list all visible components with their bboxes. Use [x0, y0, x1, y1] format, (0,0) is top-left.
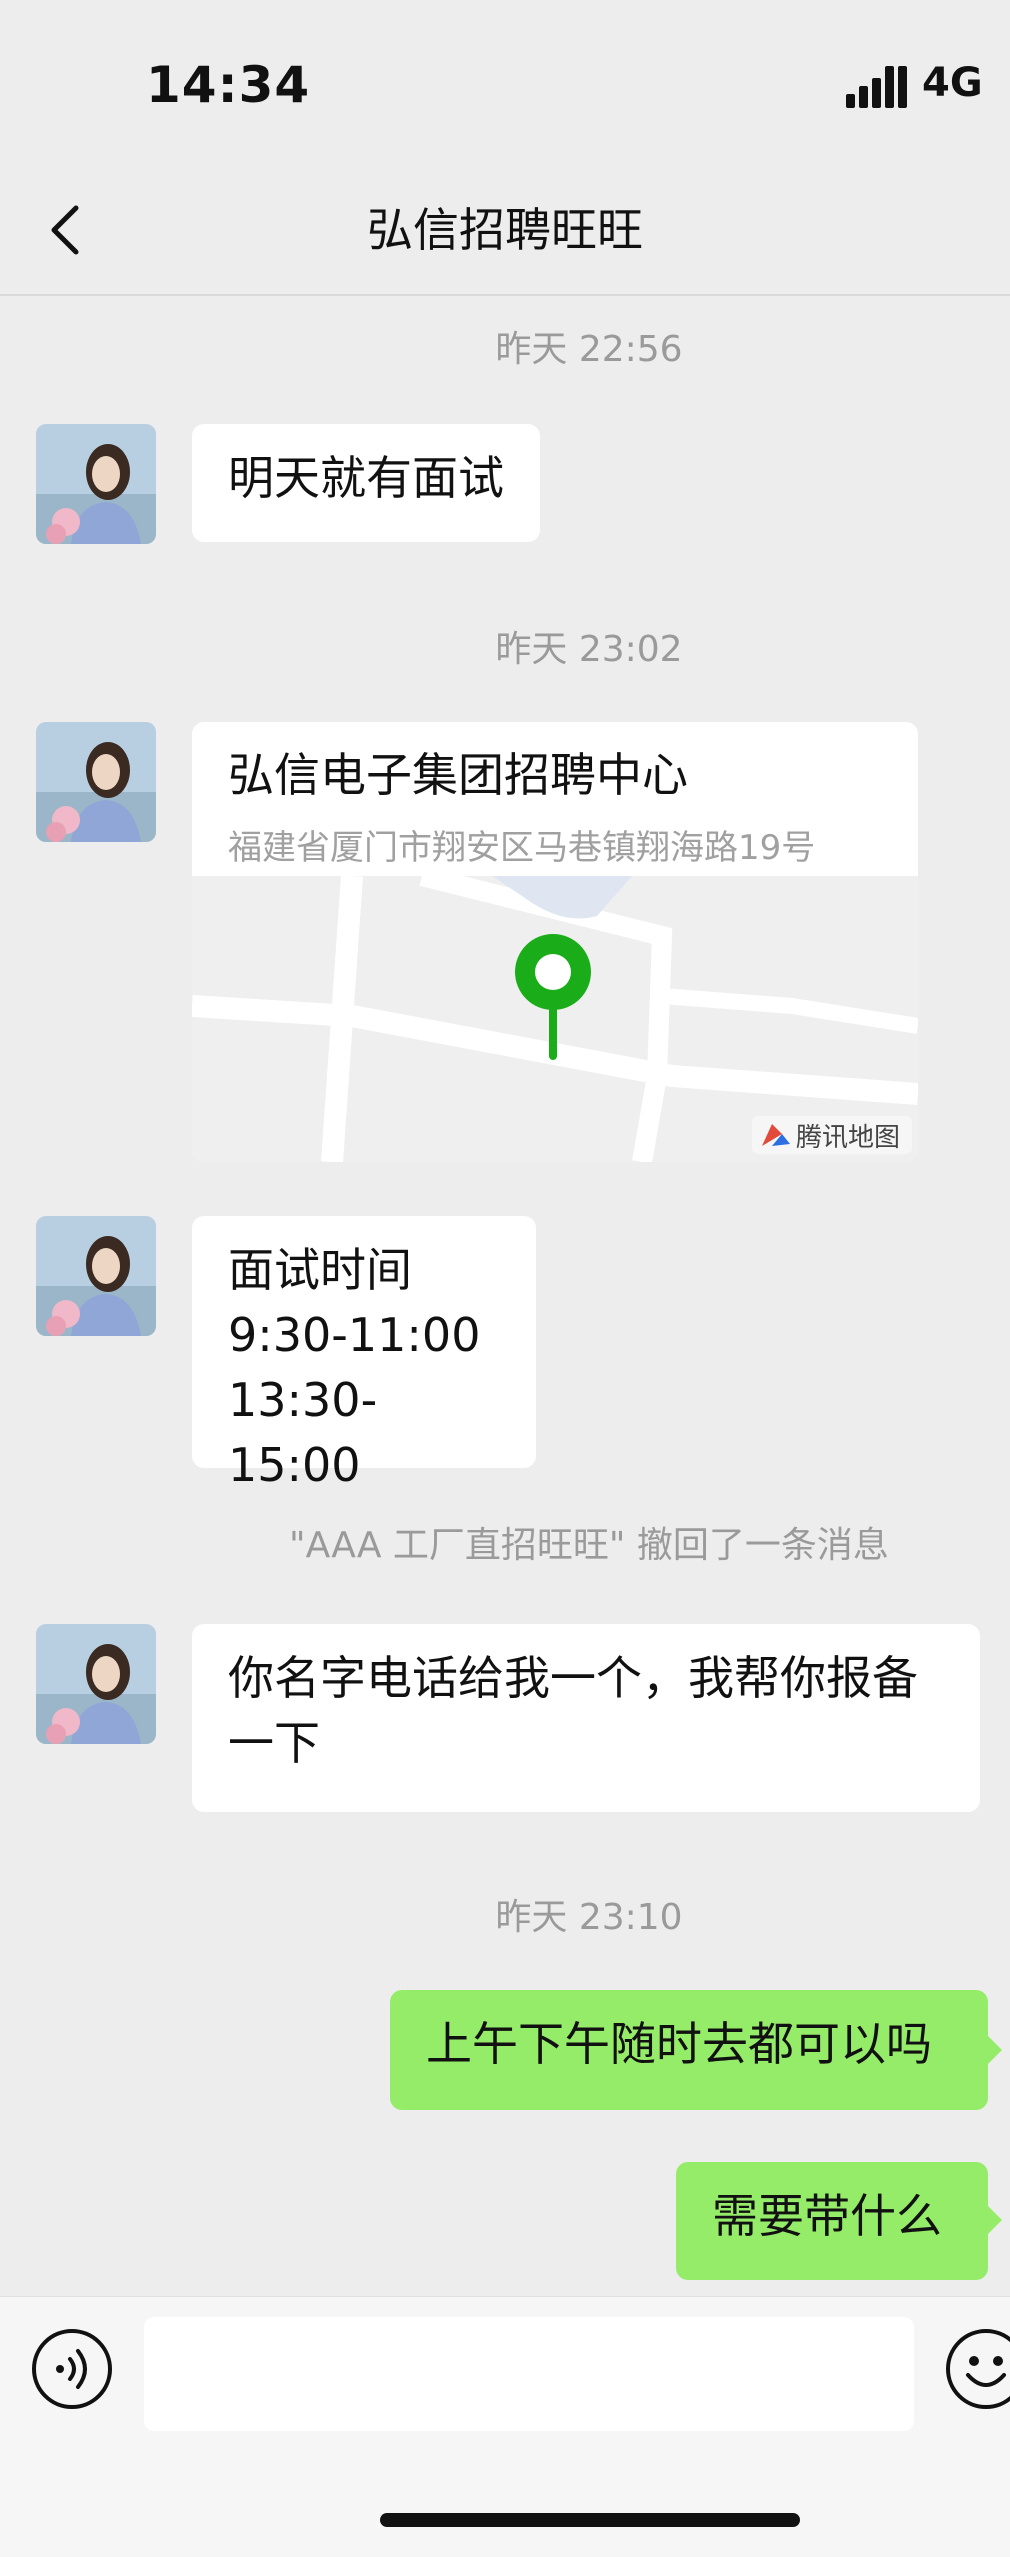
avatar[interactable] — [36, 424, 156, 544]
avatar[interactable] — [36, 1216, 156, 1336]
timestamp: 昨天 23:10 — [495, 1897, 683, 1938]
avatar[interactable] — [36, 722, 156, 842]
signal-icon — [846, 66, 910, 108]
message-text: 明天就有面试 — [228, 451, 504, 505]
avatar[interactable] — [36, 1624, 156, 1744]
tencent-map-logo: 腾讯地图 — [752, 1116, 912, 1154]
chat-title: 弘信招聘旺旺 — [367, 203, 643, 257]
location-card[interactable]: 弘信电子集团招聘中心 福建省厦门市翔安区马巷镇翔海路19号 腾讯地图 — [192, 722, 918, 1162]
message-text-line: 面试时间 — [228, 1243, 412, 1297]
status-time: 14:34 — [146, 56, 311, 114]
sent-message-bubble[interactable]: 需要带什么 — [676, 2162, 988, 2280]
message-text-line: 9:30-11:00 — [228, 1308, 481, 1362]
avatar-image — [36, 722, 156, 842]
location-name: 弘信电子集团招聘中心 — [228, 748, 688, 802]
voice-icon[interactable] — [30, 2327, 114, 2411]
sent-message-bubble[interactable]: 上午下午随时去都可以吗 — [390, 1990, 988, 2110]
message-text-line: 一下 — [228, 1716, 320, 1770]
message-input[interactable] — [144, 2317, 914, 2431]
bubble-tail — [988, 2036, 1002, 2064]
message-text-line: 13:30-15:00 — [228, 1373, 378, 1492]
avatar-image — [36, 1624, 156, 1744]
status-bar: 14:34 4G — [0, 0, 1010, 170]
message-text: 上午下午随时去都可以吗 — [426, 2017, 932, 2071]
emoji-icon[interactable] — [944, 2327, 1010, 2411]
message-text: 需要带什么 — [712, 2189, 942, 2243]
message-text-line: 你名字电话给我一个，我帮你报备 — [228, 1651, 918, 1705]
avatar-image — [36, 424, 156, 544]
message-bubble[interactable]: 明天就有面试 — [192, 424, 540, 542]
chevron-left-icon[interactable] — [38, 198, 98, 262]
map-brand-label: 腾讯地图 — [796, 1123, 900, 1153]
map-preview[interactable]: 腾讯地图 — [192, 876, 918, 1162]
message-bubble[interactable]: 面试时间 9:30-11:00 13:30-15:00 — [192, 1216, 536, 1492]
bubble-tail — [988, 2206, 1002, 2234]
timestamp: 昨天 22:56 — [495, 329, 683, 370]
home-indicator — [380, 2513, 800, 2527]
recall-notice: "AAA 工厂直招旺旺" 撤回了一条消息 — [289, 1525, 889, 1566]
input-bar — [0, 2296, 1010, 2557]
message-bubble[interactable]: 你名字电话给我一个，我帮你报备 一下 — [192, 1624, 980, 1812]
chat-header: 弘信招聘旺旺 — [0, 170, 1010, 296]
avatar-image — [36, 1216, 156, 1336]
network-label: 4G — [922, 60, 983, 106]
timestamp: 昨天 23:02 — [495, 629, 683, 670]
location-address: 福建省厦门市翔安区马巷镇翔海路19号 — [228, 828, 816, 868]
